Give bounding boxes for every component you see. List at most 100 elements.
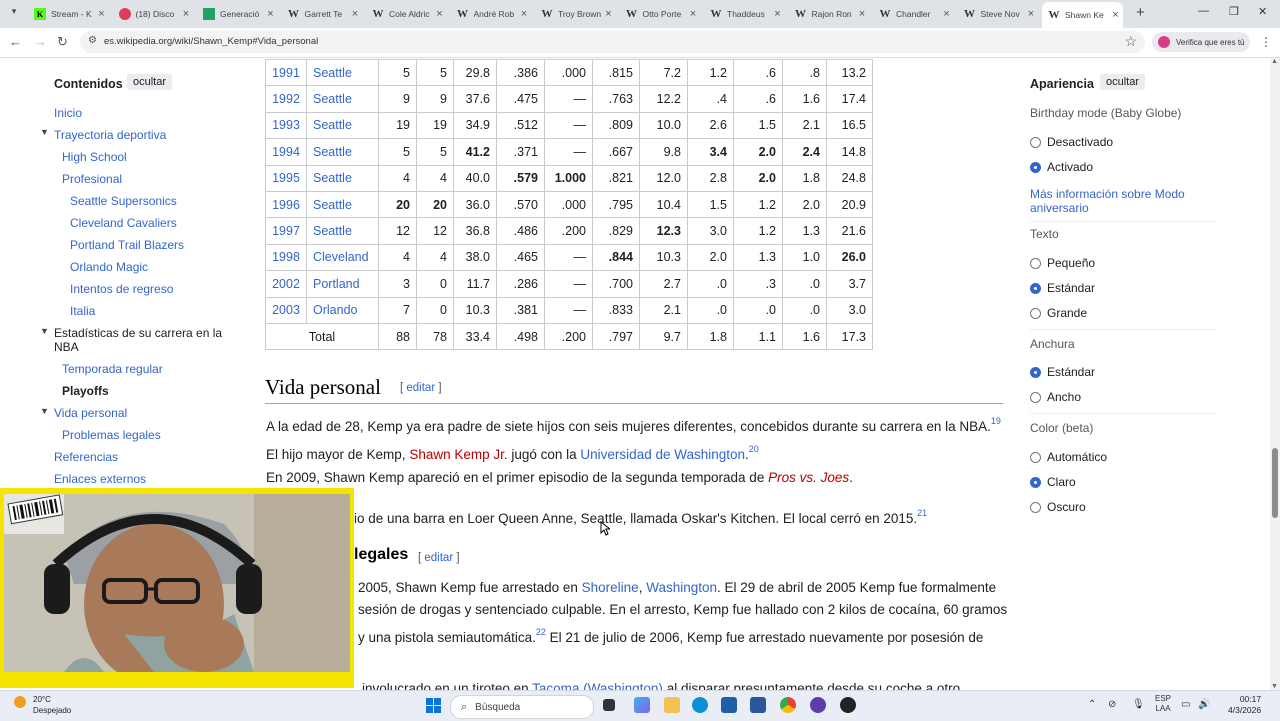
team-link[interactable]: Cleveland — [306, 243, 379, 272]
scrollbar-thumb[interactable] — [1272, 448, 1278, 518]
year-link[interactable]: 1995 — [265, 164, 307, 192]
more-info-link[interactable]: Más información sobre Modo aniversario — [1030, 187, 1200, 215]
chrome-icon[interactable] — [780, 697, 796, 713]
year-link[interactable]: 2003 — [265, 296, 307, 324]
browser-tab[interactable]: W Steve Nov × — [958, 2, 1039, 26]
browser-tab[interactable]: W Thaddeus × — [704, 2, 785, 26]
new-tab-button[interactable]: + — [1136, 4, 1145, 21]
close-window-icon[interactable]: ✕ — [1258, 5, 1267, 18]
year-link[interactable]: 1998 — [265, 243, 307, 272]
close-tab-icon[interactable]: × — [940, 8, 954, 20]
year-link[interactable]: 1991 — [265, 58, 307, 87]
browser-tab[interactable]: (18) Disco × — [113, 2, 194, 26]
browser-tab[interactable]: W André Rob × — [451, 2, 532, 26]
tab-search-icon[interactable]: ▾ — [6, 6, 22, 22]
browser-tab[interactable]: W Troy Brown × — [535, 2, 616, 26]
toc-hide-button[interactable]: ocultar — [127, 74, 173, 90]
toc-item-estadisticas[interactable]: Estadísticas de su carrera en la — [54, 326, 222, 340]
toc-item-enlaces[interactable]: Enlaces externos — [54, 472, 146, 486]
link-tacoma[interactable]: Tacoma (Washington) — [532, 681, 663, 690]
toc-item-trayectoria[interactable]: Trayectoria deportiva — [54, 128, 166, 142]
close-tab-icon[interactable]: × — [1109, 9, 1123, 21]
word-icon[interactable] — [750, 697, 766, 713]
year-link[interactable]: 1996 — [265, 190, 307, 219]
volume-icon[interactable]: 🔊 — [1198, 699, 1210, 710]
team-link[interactable]: Orlando — [306, 296, 379, 324]
radio-dot[interactable] — [1030, 451, 1041, 463]
scroll-up-icon[interactable]: ▲ — [1271, 58, 1278, 65]
reference-link[interactable]: 21 — [917, 508, 927, 518]
url-text[interactable]: es.wikipedia.org/wiki/Shawn_Kemp#Vida_pe… — [104, 36, 318, 47]
team-link[interactable]: Seattle — [306, 138, 379, 166]
year-link[interactable]: 1997 — [265, 217, 307, 245]
edit-link-label[interactable]: editar — [406, 382, 435, 394]
toc-item-orlando[interactable]: Orlando Magic — [70, 260, 148, 274]
team-link[interactable]: Seattle — [306, 85, 379, 113]
radio-activado[interactable]: Activado — [1030, 160, 1093, 174]
toc-item-temporada[interactable]: Temporada regular — [62, 362, 163, 376]
radio-dot[interactable] — [1030, 307, 1041, 319]
reference-link[interactable]: 22 — [536, 627, 546, 637]
radio-estandar-text[interactable]: Estándar — [1030, 281, 1095, 295]
minimize-icon[interactable]: — — [1198, 5, 1209, 17]
reference-link[interactable]: 20 — [749, 444, 759, 454]
close-tab-icon[interactable]: × — [771, 8, 785, 20]
edit-link[interactable]: [ editar ] — [400, 382, 442, 394]
obs-icon[interactable] — [840, 697, 856, 713]
close-tab-icon[interactable]: × — [602, 8, 616, 20]
toc-item-high-school[interactable]: High School — [62, 150, 127, 164]
browser-tab[interactable]: Generació × — [197, 2, 278, 26]
close-tab-icon[interactable]: × — [95, 8, 109, 20]
radio-dot[interactable] — [1030, 136, 1041, 148]
link-pros-vs-joes[interactable]: Pros vs. Joes — [768, 470, 849, 485]
browser-tab[interactable]: K Stream - K × — [28, 2, 109, 26]
network-off-icon[interactable]: ⊘ — [1108, 699, 1116, 710]
site-info-icon[interactable]: ⚙ — [88, 35, 97, 46]
edge-icon[interactable] — [692, 697, 708, 713]
file-explorer-icon[interactable] — [664, 697, 680, 713]
team-link[interactable]: Seattle — [306, 111, 379, 140]
task-view-icon[interactable] — [603, 699, 615, 711]
year-link[interactable]: 1994 — [265, 138, 307, 166]
back-icon[interactable]: ← — [9, 34, 22, 49]
link-shawn-kemp-jr[interactable]: Shawn Kemp Jr. — [409, 447, 507, 462]
windows-start-icon[interactable] — [426, 698, 441, 713]
reference-link[interactable]: 19 — [991, 416, 1001, 426]
toc-item-seattle[interactable]: Seattle Supersonics — [70, 194, 177, 208]
link-washington[interactable]: Washington — [646, 580, 717, 595]
year-link[interactable]: 1992 — [265, 85, 307, 113]
radio-dot[interactable] — [1030, 391, 1041, 403]
monitor-icon[interactable]: ▭ — [1181, 699, 1190, 710]
radio-dot[interactable] — [1030, 257, 1041, 269]
toc-item-italia[interactable]: Italia — [70, 304, 95, 318]
browser-tab[interactable]: W Cole Aldric × — [366, 2, 447, 26]
toc-item-vida-personal[interactable]: Vida personal — [54, 406, 127, 420]
radio-dot[interactable] — [1030, 282, 1041, 294]
profile-chip[interactable]: Verifica que eres tú — [1152, 32, 1250, 52]
toc-item-problemas[interactable]: Problemas legales — [62, 428, 161, 442]
clock[interactable]: 00:17 4/3/2026 — [1228, 694, 1261, 716]
toc-item-cleveland[interactable]: Cleveland Cavaliers — [70, 216, 177, 230]
microphone-icon[interactable]: 🎙 — [1132, 699, 1145, 710]
radio-grande[interactable]: Grande — [1030, 306, 1087, 320]
link-universidad-washington[interactable]: Universidad de Washington — [580, 447, 745, 462]
chevron-down-icon[interactable]: ▼ — [40, 406, 49, 416]
radio-dot[interactable] — [1030, 366, 1041, 378]
browser-tab[interactable]: W Otto Porte × — [620, 2, 701, 26]
toc-item-playoffs[interactable]: Playoffs — [62, 384, 109, 398]
scroll-down-icon[interactable]: ▼ — [1271, 683, 1278, 690]
team-link[interactable]: Seattle — [306, 217, 379, 245]
radio-dot[interactable] — [1030, 161, 1041, 173]
close-tab-icon[interactable]: × — [348, 8, 362, 20]
year-link[interactable]: 1993 — [265, 111, 307, 140]
browser-tab[interactable]: W Chandler × — [873, 2, 954, 26]
appearance-hide-button[interactable]: ocultar — [1100, 74, 1146, 90]
browser-tab[interactable]: W Rajon Ron × — [789, 2, 870, 26]
tray-chevron-icon[interactable]: ⌃ — [1088, 699, 1096, 710]
link-shoreline[interactable]: Shoreline — [582, 580, 639, 595]
radio-dot[interactable] — [1030, 501, 1041, 513]
year-link[interactable]: 2002 — [265, 270, 307, 298]
close-tab-icon[interactable]: × — [1024, 8, 1038, 20]
language-indicator[interactable]: ESP LAA — [1155, 694, 1171, 714]
chevron-down-icon[interactable]: ▼ — [40, 127, 49, 137]
